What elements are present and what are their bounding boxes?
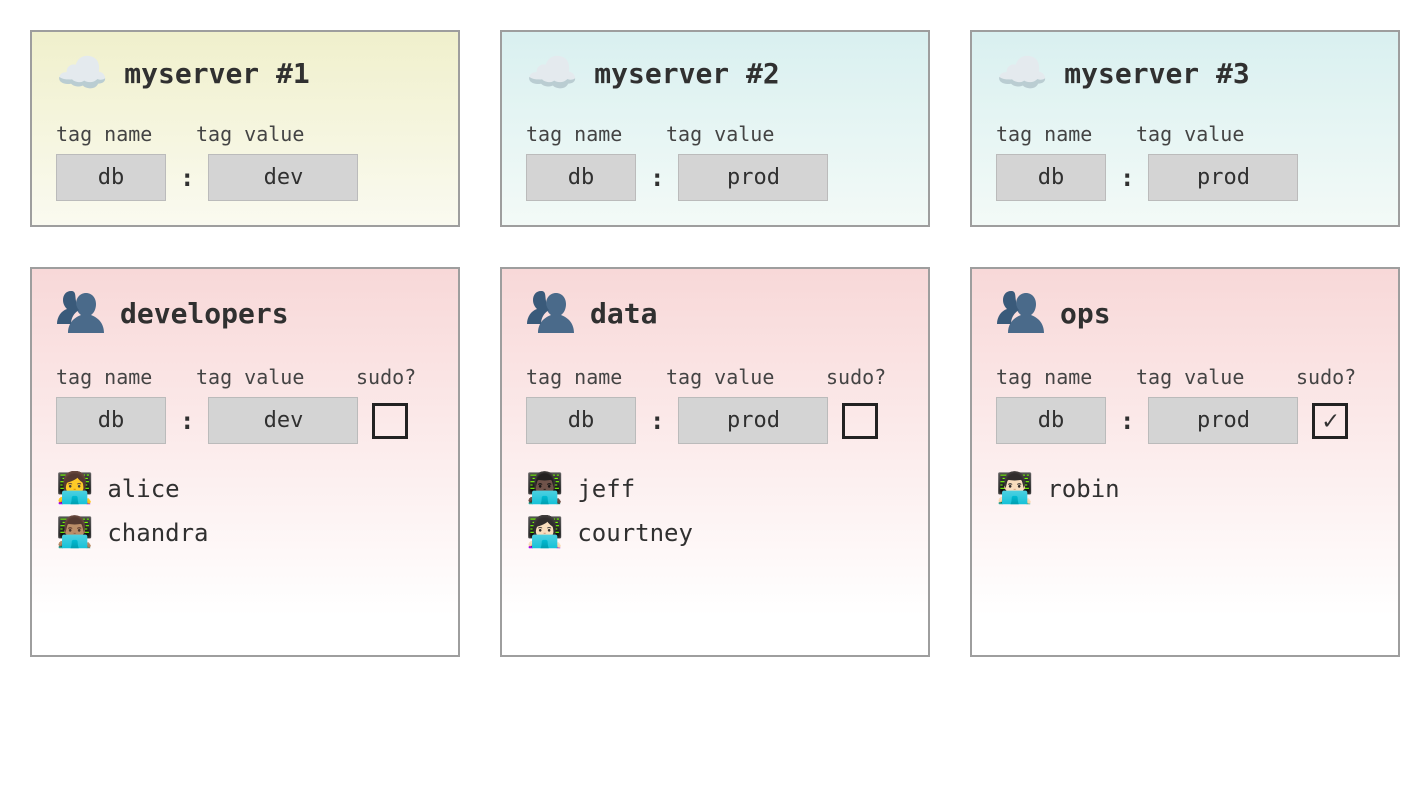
member-name: chandra <box>107 519 208 547</box>
member-item: 👩🏻‍💻 courtney <box>526 518 904 548</box>
group-card: developers tag name tag value sudo? db: dev 👩‍… <box>30 267 460 657</box>
tag-value-label: tag value <box>666 365 806 389</box>
server-title: myserver #2 <box>594 57 779 90</box>
member-list: 👩‍💻 alice 👨🏽‍💻 chandra <box>56 474 434 548</box>
member-list: 👨🏻‍💻 robin <box>996 474 1374 504</box>
cloud-icon: ☁️ <box>526 52 578 94</box>
sudo-checkbox[interactable] <box>842 403 878 439</box>
group-title: data <box>590 297 657 330</box>
person-icon: 👨🏽‍💻 <box>56 518 93 548</box>
tag-name-chip: db <box>996 397 1106 444</box>
tag-name-chip: db <box>526 397 636 444</box>
person-icon: 👩🏻‍💻 <box>526 518 563 548</box>
member-name: alice <box>107 475 179 503</box>
tag-colon: : <box>650 407 664 435</box>
sudo-checkbox[interactable] <box>372 403 408 439</box>
server-card: ☁️ myserver #2 tag name tag value db: prod <box>500 30 930 227</box>
tag-name-chip: db <box>996 154 1106 201</box>
sudo-checkbox[interactable]: ✓ <box>1312 403 1348 439</box>
tag-name-label: tag name <box>996 365 1116 389</box>
tag-name-label: tag name <box>56 122 176 146</box>
cloud-icon: ☁️ <box>56 52 108 94</box>
tag-value-chip: prod <box>1148 154 1298 201</box>
tag-value-label: tag value <box>1136 122 1276 146</box>
member-list: 👨🏿‍💻 jeff 👩🏻‍💻 courtney <box>526 474 904 548</box>
person-icon: 👨🏻‍💻 <box>996 474 1033 504</box>
member-item: 👨🏿‍💻 jeff <box>526 474 904 504</box>
people-icon <box>526 289 574 337</box>
group-title: developers <box>120 297 289 330</box>
tag-name-label: tag name <box>56 365 176 389</box>
tag-name-label: tag name <box>526 122 646 146</box>
people-icon <box>56 289 104 337</box>
server-card: ☁️ myserver #3 tag name tag value db: prod <box>970 30 1400 227</box>
sudo-label: sudo? <box>356 365 426 389</box>
member-name: jeff <box>577 475 635 503</box>
tag-colon: : <box>650 164 664 192</box>
group-card: ops tag name tag value sudo? db: prod ✓ 👨🏻‍💻 rob… <box>970 267 1400 657</box>
sudo-label: sudo? <box>826 365 896 389</box>
cloud-icon: ☁️ <box>996 52 1048 94</box>
member-name: robin <box>1047 475 1119 503</box>
tag-name-label: tag name <box>526 365 646 389</box>
member-item: 👨🏽‍💻 chandra <box>56 518 434 548</box>
tag-value-label: tag value <box>196 365 336 389</box>
member-item: 👩‍💻 alice <box>56 474 434 504</box>
tag-name-chip: db <box>526 154 636 201</box>
tag-name-chip: db <box>56 154 166 201</box>
group-card: data tag name tag value sudo? db: prod 👨🏿‍💻 jef… <box>500 267 930 657</box>
server-title: myserver #3 <box>1064 57 1249 90</box>
tag-colon: : <box>180 164 194 192</box>
tag-value-chip: prod <box>678 397 828 444</box>
tag-value-label: tag value <box>1136 365 1276 389</box>
server-title: myserver #1 <box>124 57 309 90</box>
server-card: ☁️ myserver #1 tag name tag value db: dev <box>30 30 460 227</box>
tag-value-label: tag value <box>666 122 806 146</box>
tag-colon: : <box>1120 164 1134 192</box>
tag-colon: : <box>1120 407 1134 435</box>
tag-name-chip: db <box>56 397 166 444</box>
tag-value-chip: prod <box>678 154 828 201</box>
tag-value-chip: dev <box>208 397 358 444</box>
tag-colon: : <box>180 407 194 435</box>
tag-name-label: tag name <box>996 122 1116 146</box>
tag-value-chip: dev <box>208 154 358 201</box>
group-title: ops <box>1060 297 1111 330</box>
person-icon: 👩‍💻 <box>56 474 93 504</box>
member-name: courtney <box>577 519 693 547</box>
person-icon: 👨🏿‍💻 <box>526 474 563 504</box>
tag-value-chip: prod <box>1148 397 1298 444</box>
sudo-label: sudo? <box>1296 365 1366 389</box>
member-item: 👨🏻‍💻 robin <box>996 474 1374 504</box>
people-icon <box>996 289 1044 337</box>
tag-value-label: tag value <box>196 122 336 146</box>
